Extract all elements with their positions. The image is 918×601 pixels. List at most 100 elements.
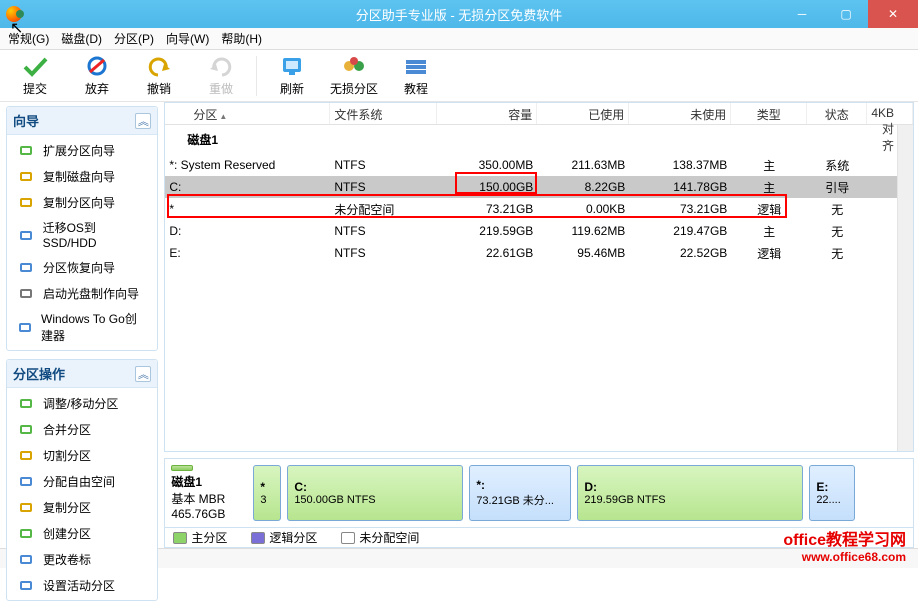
col-4k[interactable]: 4KB对齐 <box>867 103 913 124</box>
menu-disk[interactable]: 磁盘(D) <box>61 30 102 47</box>
ops-icon <box>17 446 35 464</box>
ops-item[interactable]: 创建分区 <box>7 520 157 546</box>
submit-label: 提交 <box>23 80 47 97</box>
diskmap-partition[interactable]: *:73.21GB 未分... <box>469 465 571 521</box>
cell-type: 主 <box>731 223 807 240</box>
undo-label: 撤销 <box>147 80 171 97</box>
table-row[interactable]: * 未分配空间 73.21GB 0.00KB 73.21GB 逻辑 无 <box>165 198 913 220</box>
diskmap-part-sub: 150.00GB NTFS <box>294 494 456 506</box>
col-partition[interactable]: 分区▲ <box>165 103 330 124</box>
ops-title: 分区操作 <box>13 364 65 383</box>
wizard-item[interactable]: 迁移OS到SSD/HDD <box>7 215 157 254</box>
lossless-label: 无损分区 <box>330 80 378 97</box>
diskmap-partition[interactable]: *3 <box>253 465 281 521</box>
diskmap-part-sub: 73.21GB 未分... <box>476 492 564 508</box>
ops-item[interactable]: 设置活动分区 <box>7 572 157 598</box>
window-title: 分区助手专业版 - 无损分区免费软件 <box>356 5 563 24</box>
diskmap-partition[interactable]: E:22.... <box>809 465 855 521</box>
wizard-item[interactable]: Windows To Go创建器 <box>7 306 157 348</box>
diskmap-partition[interactable]: D:219.59GB NTFS <box>577 465 803 521</box>
cell-state: 引导 <box>807 179 867 196</box>
cell-type: 主 <box>731 179 807 196</box>
minimize-button[interactable]: ─ <box>780 0 824 28</box>
discard-icon <box>83 54 111 78</box>
menu-help[interactable]: 帮助(H) <box>221 30 262 47</box>
wizard-icon <box>17 318 33 336</box>
ops-item[interactable]: 合并分区 <box>7 416 157 442</box>
col-free[interactable]: 未使用 <box>629 103 731 124</box>
col-used[interactable]: 已使用 <box>537 103 629 124</box>
collapse-button[interactable]: ︽ <box>135 366 151 382</box>
cell-used: 0.00KB <box>537 202 629 216</box>
diskmap-part-label: C: <box>294 480 456 494</box>
wizard-icon <box>17 258 35 276</box>
tutorial-label: 教程 <box>404 80 428 97</box>
wizard-panel: 向导 ︽ 扩展分区向导复制磁盘向导复制分区向导迁移OS到SSD/HDD分区恢复向… <box>6 106 158 351</box>
collapse-button[interactable]: ︽ <box>135 113 151 129</box>
tutorial-button[interactable]: 教程 <box>385 54 447 97</box>
col-filesystem[interactable]: 文件系统 <box>330 103 437 124</box>
maximize-button[interactable]: ▢ <box>824 0 868 28</box>
wizard-item[interactable]: 扩展分区向导 <box>7 137 157 163</box>
ops-item-label: 分配自由空间 <box>43 473 115 490</box>
ops-item[interactable]: 复制分区 <box>7 494 157 520</box>
ops-icon <box>17 472 35 490</box>
ops-item-label: 更改卷标 <box>43 551 91 568</box>
wizard-icon <box>17 284 35 302</box>
legend-logical: 逻辑分区 <box>269 529 317 546</box>
undo-button[interactable]: 撤销 <box>128 54 190 97</box>
cell-partition: *: System Reserved <box>165 158 330 172</box>
submit-button[interactable]: 提交 <box>4 54 66 97</box>
lossless-icon <box>340 54 368 78</box>
col-capacity[interactable]: 容量 <box>437 103 537 124</box>
col-type[interactable]: 类型 <box>731 103 807 124</box>
wizard-title: 向导 <box>13 111 39 130</box>
refresh-button[interactable]: 刷新 <box>261 54 323 97</box>
wizard-item[interactable]: 启动光盘制作向导 <box>7 280 157 306</box>
diskmap-part-sub: 3 <box>260 494 274 506</box>
col-state[interactable]: 状态 <box>807 103 867 124</box>
wizard-icon <box>17 167 35 185</box>
ops-icon <box>17 576 35 594</box>
cell-state: 无 <box>807 223 867 240</box>
ops-icon <box>17 394 35 412</box>
cell-state: 系统 <box>807 157 867 174</box>
undo-icon <box>145 54 173 78</box>
discard-button[interactable]: 放弃 <box>66 54 128 97</box>
legend-primary: 主分区 <box>191 529 227 546</box>
refresh-label: 刷新 <box>280 80 304 97</box>
cell-cap: 150.00GB <box>437 180 537 194</box>
table-row[interactable]: *: System Reserved NTFS 350.00MB 211.63M… <box>165 154 913 176</box>
legend-unalloc: 未分配空间 <box>359 529 419 546</box>
menu-general[interactable]: 常规(G) <box>8 30 49 47</box>
table-row[interactable]: C: NTFS 150.00GB 8.22GB 141.78GB 主 引导 <box>165 176 913 198</box>
ops-panel: 分区操作 ︽ 调整/移动分区合并分区切割分区分配自由空间复制分区创建分区更改卷标… <box>6 359 158 601</box>
menu-partition[interactable]: 分区(P) <box>114 30 154 47</box>
table-row[interactable]: D: NTFS 219.59GB 119.62MB 219.47GB 主 无 是 <box>165 220 913 242</box>
scrollbar[interactable] <box>897 125 913 451</box>
close-button[interactable]: ✕ <box>868 0 918 28</box>
check-icon <box>21 54 49 78</box>
wizard-icon <box>17 193 35 211</box>
wizard-item[interactable]: 复制分区向导 <box>7 189 157 215</box>
toolbar-separator <box>256 56 257 96</box>
disk-section-title: 磁盘1 <box>165 125 913 154</box>
wizard-item[interactable]: 分区恢复向导 <box>7 254 157 280</box>
diskmap-partition[interactable]: C:150.00GB NTFS <box>287 465 463 521</box>
legend-primary-swatch <box>173 532 187 544</box>
ops-item[interactable]: 调整/移动分区 <box>7 390 157 416</box>
redo-button[interactable]: 重做 <box>190 54 252 97</box>
ops-item[interactable]: 更改卷标 <box>7 546 157 572</box>
cell-fs: NTFS <box>330 224 437 238</box>
table-row[interactable]: E: NTFS 22.61GB 95.46MB 22.52GB 逻辑 无 <box>165 242 913 264</box>
ops-icon <box>17 420 35 438</box>
lossless-button[interactable]: 无损分区 <box>323 54 385 97</box>
cell-partition: E: <box>165 246 330 260</box>
diskmap-part-sub: 219.59GB NTFS <box>584 494 796 506</box>
disk-label[interactable]: 磁盘1 基本 MBR 465.76GB <box>171 465 247 521</box>
ops-item[interactable]: 切割分区 <box>7 442 157 468</box>
ops-item[interactable]: 分配自由空间 <box>7 468 157 494</box>
ops-item-label: 创建分区 <box>43 525 91 542</box>
wizard-item[interactable]: 复制磁盘向导 <box>7 163 157 189</box>
menu-wizard[interactable]: 向导(W) <box>166 30 209 47</box>
